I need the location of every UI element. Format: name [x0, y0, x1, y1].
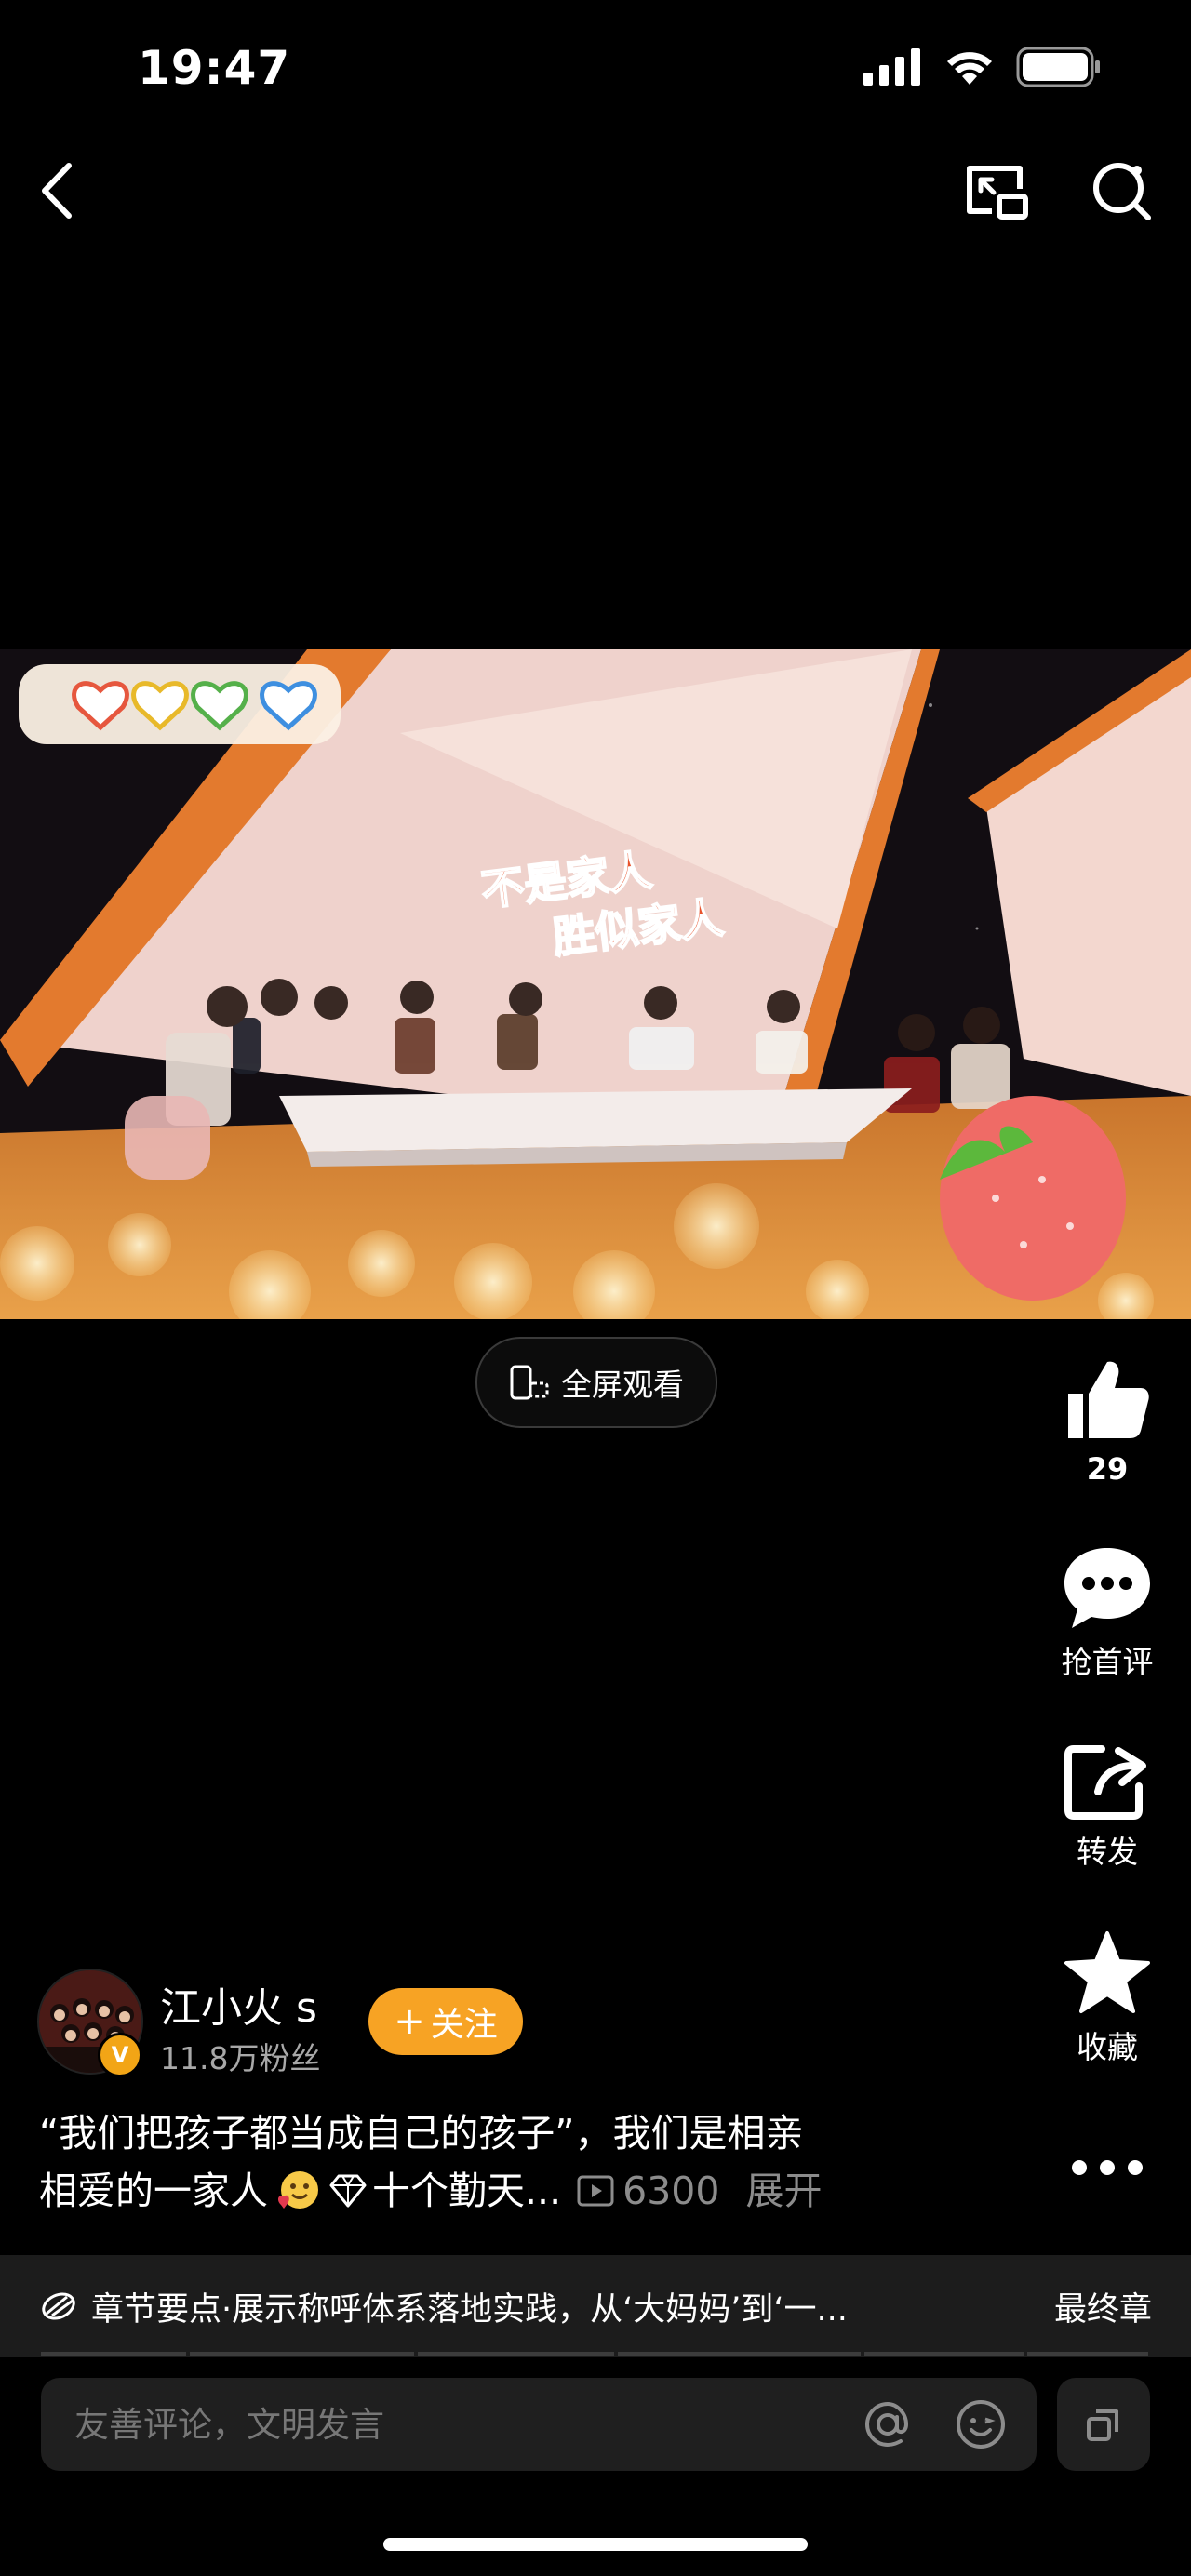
- status-icons: [863, 47, 1102, 87]
- fullscreen-label: 全屏观看: [561, 1367, 684, 1403]
- favorite-button[interactable]: 收藏: [1037, 1929, 1177, 2067]
- star-icon: [1064, 1931, 1150, 2013]
- chapter-segment[interactable]: [41, 2352, 190, 2356]
- picture-in-picture-icon: [967, 166, 1028, 220]
- follow-button[interactable]: + 关注: [368, 1988, 523, 2055]
- chapter-final-label[interactable]: 最终章: [1054, 2283, 1152, 2330]
- share-icon: [1064, 1745, 1146, 1820]
- home-indicator[interactable]: [383, 2538, 808, 2551]
- verified-badge: V: [98, 2033, 142, 2077]
- chapter-segment[interactable]: [190, 2352, 418, 2356]
- verified-v-icon: V: [111, 2042, 129, 2068]
- view-count: 6300: [622, 2169, 720, 2213]
- chevron-left-icon: [42, 163, 72, 219]
- chapter-segment[interactable]: [418, 2352, 618, 2356]
- video-frame: 不是家人 胜似家人: [0, 649, 1191, 1319]
- emoji-icon[interactable]: [953, 2396, 1009, 2452]
- comment-button[interactable]: 抢首评: [1037, 1544, 1177, 1682]
- back-button[interactable]: [28, 156, 84, 225]
- more-button[interactable]: [1068, 2149, 1146, 2186]
- diamond-icon: [329, 2174, 367, 2208]
- share-label: 转发: [1077, 1834, 1138, 1870]
- like-button[interactable]: 29: [1037, 1356, 1177, 1487]
- comment-bubble-icon: [1064, 1548, 1150, 1628]
- author-name[interactable]: 江小火 s: [160, 1974, 317, 2034]
- smiling-heart-emoji-icon: [277, 2171, 318, 2209]
- search-button[interactable]: [1087, 156, 1156, 225]
- chapter-summary: 章节要点·展示称呼体系落地实践，从‘大妈妈’到‘一...: [91, 2290, 848, 2329]
- comment-input[interactable]: [73, 2403, 860, 2446]
- signal-icon: [863, 48, 920, 86]
- like-count: 29: [1086, 1451, 1129, 1487]
- video-player[interactable]: 不是家人 胜似家人: [0, 649, 1191, 1319]
- play-count-icon: [577, 2175, 614, 2207]
- chapter-segment[interactable]: [618, 2352, 864, 2356]
- search-icon: [1093, 163, 1151, 220]
- author-fans: 11.8万粉丝: [160, 2040, 321, 2076]
- follow-label: 关注: [430, 2006, 498, 2044]
- expand-icon: [1087, 2409, 1118, 2441]
- wifi-icon: [947, 52, 992, 85]
- fullscreen-button[interactable]: 全屏观看: [475, 1337, 717, 1428]
- comment-bar: [41, 2378, 1037, 2471]
- rotate-phone-icon: [510, 1365, 549, 1400]
- battery-icon: [1016, 47, 1100, 87]
- plus-icon: +: [394, 2000, 425, 2043]
- chapter-segment[interactable]: [1027, 2352, 1148, 2356]
- description-line2-tail: 十个勤天...: [372, 2169, 562, 2213]
- post-description[interactable]: “我们把孩子都当成自己的孩子”，我们是相亲 相爱的一家人 十个勤天... 630…: [39, 2104, 951, 2220]
- mention-icon[interactable]: [860, 2396, 916, 2452]
- pip-button[interactable]: [960, 158, 1035, 223]
- comment-label: 抢首评: [1061, 1644, 1154, 1680]
- description-line1: “我们把孩子都当成自己的孩子”，我们是相亲: [39, 2111, 804, 2156]
- favorite-label: 收藏: [1077, 2029, 1138, 2065]
- share-button[interactable]: 转发: [1037, 1742, 1177, 1872]
- description-line2: 相爱的一家人 十个勤天... 6300 展开: [39, 2162, 951, 2220]
- chapter-bar[interactable]: 章节要点·展示称呼体系落地实践，从‘大妈妈’到‘一... 最终章: [0, 2255, 1191, 2357]
- thumbs-up-icon: [1068, 1361, 1149, 1438]
- status-time: 19:47: [138, 41, 291, 95]
- expand-comments-button[interactable]: [1057, 2378, 1150, 2471]
- expand-link[interactable]: 展开: [745, 2162, 822, 2220]
- more-dots-icon: [1072, 2160, 1143, 2175]
- description-line2-text: 相爱的一家人: [39, 2169, 268, 2213]
- chapter-progress[interactable]: [41, 2352, 1148, 2356]
- chapter-segment[interactable]: [864, 2352, 1027, 2356]
- chapter-icon: [42, 2292, 75, 2320]
